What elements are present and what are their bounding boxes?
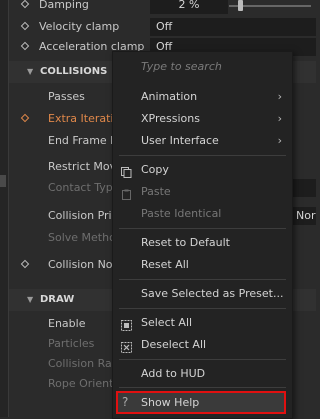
menu-item-paste-identical[interactable]: Paste Identical — [113, 203, 292, 225]
submenu-arrow-icon: › — [277, 112, 282, 125]
help-icon: ? — [122, 395, 129, 409]
menu-item-label: Copy — [141, 163, 169, 176]
menu-separator — [119, 359, 286, 360]
prop-label: Velocity clamp — [39, 20, 120, 33]
section-title: DRAW — [40, 294, 75, 305]
menu-item-reset-all[interactable]: Reset All — [113, 254, 292, 276]
contact-type-field[interactable] — [291, 179, 316, 197]
menu-item-label: Paste — [141, 185, 171, 198]
keyframe-diamond-icon[interactable] — [20, 21, 30, 31]
menu-item-label: Add to HUD — [141, 367, 206, 380]
keyframe-diamond-icon[interactable] — [20, 0, 30, 9]
menu-item-label: Show Help — [141, 396, 200, 409]
menu-item-copy[interactable]: Copy — [113, 159, 292, 181]
menu-item-deselect-all[interactable]: Deselect All — [113, 334, 292, 356]
context-menu: Type to search Animation › XPressions › … — [112, 51, 293, 419]
menu-separator — [119, 387, 286, 388]
collapse-triangle-icon[interactable]: ▼ — [27, 289, 33, 311]
prop-label: Collision No — [48, 258, 113, 271]
prop-label: Rope Orienta — [48, 377, 121, 390]
select-all-icon — [121, 317, 132, 331]
prop-label: Passes — [48, 90, 85, 103]
menu-item-label: Reset to Default — [141, 236, 230, 249]
menu-search-input[interactable]: Type to search — [141, 60, 222, 73]
copy-icon — [121, 164, 132, 178]
menu-item-show-help[interactable]: ? Show Help — [116, 391, 286, 414]
prop-label: Collision Rad — [48, 357, 119, 370]
submenu-arrow-icon: › — [277, 134, 282, 147]
section-title: COLLISIONS — [40, 66, 108, 77]
damping-slider-thumb[interactable] — [238, 0, 243, 11]
menu-item-label: Select All — [141, 316, 193, 329]
prop-label: Damping — [39, 0, 89, 11]
menu-item-animation[interactable]: Animation › — [113, 86, 292, 108]
menu-separator — [119, 155, 286, 156]
menu-item-label: Paste Identical — [141, 207, 222, 220]
menu-item-label: XPressions — [141, 112, 200, 125]
menu-separator — [119, 308, 286, 309]
deselect-all-icon — [121, 339, 132, 353]
submenu-arrow-icon: › — [277, 90, 282, 103]
menu-item-label: User Interface — [141, 134, 219, 147]
keyframe-diamond-icon[interactable] — [20, 41, 30, 51]
prop-label: Collision Prio — [48, 209, 119, 222]
paste-icon — [121, 186, 132, 200]
gutter-handle[interactable] — [0, 175, 6, 187]
menu-item-paste[interactable]: Paste — [113, 181, 292, 203]
menu-item-user-interface[interactable]: User Interface › — [113, 130, 292, 152]
prop-label: Enable — [48, 317, 86, 330]
menu-item-label: Deselect All — [141, 338, 207, 351]
prop-label: Contact Type — [48, 181, 120, 194]
prop-label: Restrict Mov — [48, 160, 117, 173]
keyframe-diamond-icon[interactable] — [20, 113, 30, 123]
menu-item-label: Animation — [141, 90, 198, 103]
left-gutter — [0, 0, 8, 417]
prop-label: Particles — [48, 337, 95, 350]
menu-separator — [119, 279, 286, 280]
prop-label: Solve Metho — [48, 231, 116, 244]
menu-item-xpressions[interactable]: XPressions › — [113, 108, 292, 130]
damping-field[interactable]: 2 % — [150, 0, 228, 14]
collision-priority-dropdown[interactable]: Nor — [291, 207, 316, 225]
collapse-triangle-icon[interactable]: ▼ — [27, 61, 33, 83]
menu-item-label: Reset All — [141, 258, 189, 271]
menu-item-select-all[interactable]: Select All — [113, 312, 292, 334]
menu-separator — [119, 228, 286, 229]
prop-label: End Frame P — [48, 134, 117, 147]
menu-item-add-hud[interactable]: Add to HUD — [113, 363, 292, 385]
menu-item-label: Save Selected as Preset... — [141, 287, 284, 300]
keyframe-diamond-icon[interactable] — [20, 259, 30, 269]
menu-item-save-preset[interactable]: Save Selected as Preset... — [113, 283, 292, 305]
velocity-clamp-dropdown[interactable]: Off — [150, 18, 316, 36]
menu-item-reset-default[interactable]: Reset to Default — [113, 232, 292, 254]
